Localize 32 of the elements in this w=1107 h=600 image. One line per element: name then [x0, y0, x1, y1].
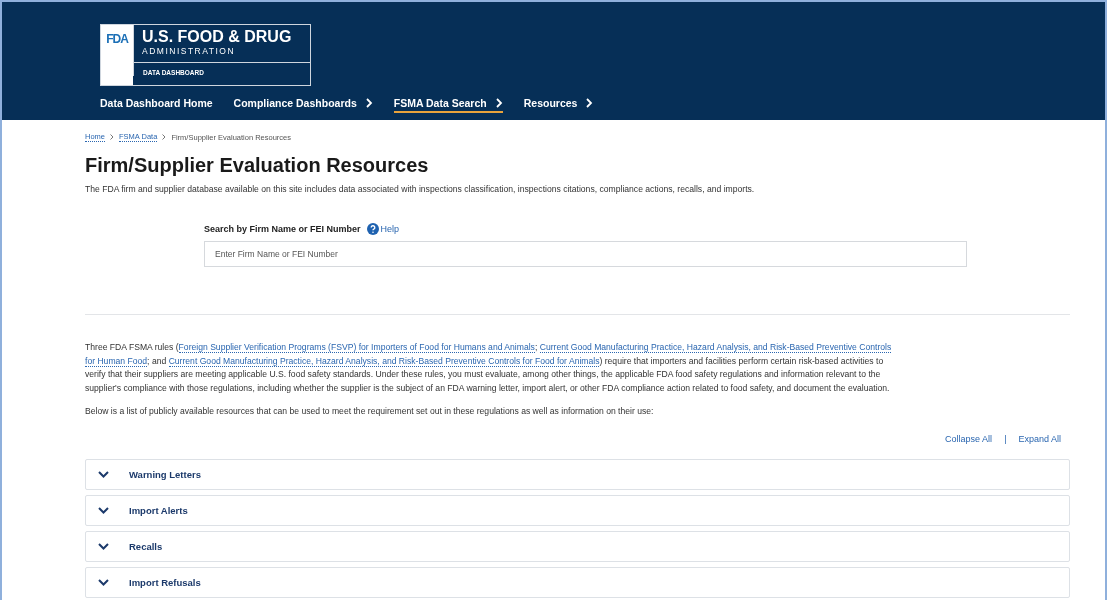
- chevron-right-icon: [365, 98, 373, 108]
- logo-subtitle: ADMINISTRATION: [142, 46, 237, 56]
- chevron-right-icon: [586, 98, 594, 108]
- intro-paragraph: Three FDA FSMA rules (Foreign Supplier Verification Programs (FSVP) for Importers of Food for Humans and Animals; Current Good Manufacturing Practice, Hazard Analysis, and Risk-Based Preventive Controls for Human Food; and Current Good Manufacturing Practice, Hazard Analysis, and Risk-Based Preventive Controls for Food for Animals) require that importers and facilities perform certain risk-based activities to verify that their suppliers are meeting applicable U.S. food safety standards. Under these rules, you must evaluate, among other things, the applicable FDA food safety regulations and information relevant to the supplier's compliance with those regulations, including whether the supplier is the subject of an FDA warning letter, import alert, or other FDA compliance action related to food safety, and document the evaluation.: [85, 341, 893, 395]
- nav-link[interactable]: Compliance Dashboards: [233, 97, 373, 113]
- regulation-link[interactable]: Current Good Manufacturing Practice, Hazard Analysis, and Risk-Based Preventive Controls: [539, 342, 892, 353]
- accordion-header[interactable]: Recalls: [85, 531, 1070, 562]
- separator-text: |: [1004, 434, 1007, 444]
- description-text: The FDA firm and supplier database available on this site includes data associated with inspections classification, inspections citations, compliance actions, recalls, and imports.: [85, 184, 756, 194]
- expand-all-link[interactable]: Expand All: [1018, 434, 1061, 444]
- logo-title: U.S. FOOD & DRUG: [142, 28, 293, 45]
- help-icon: [366, 223, 379, 235]
- accordion-header[interactable]: Import Alerts: [85, 495, 1070, 526]
- chevron-down-icon: [98, 471, 109, 478]
- chevron-down-icon: [98, 579, 109, 586]
- chevron-right-icon: [495, 98, 503, 108]
- nav-link[interactable]: Data Dashboard Home: [100, 97, 213, 113]
- search-label: Search by Firm Name or FEI Number: [204, 224, 361, 234]
- chevron-down-icon: [98, 507, 109, 514]
- chevron-right-icon: [162, 134, 167, 140]
- list-intro-text: Below is a list of publicly available resources that can be used to meet the requirement set out in these regulations as well as information on their use:: [85, 406, 655, 416]
- nav-link[interactable]: FSMA Data Search: [393, 97, 503, 113]
- search-field[interactable]: Enter Firm Name or FEI Number: [204, 241, 967, 267]
- accordion-header[interactable]: Import Refusals: [85, 567, 1070, 598]
- collapse-all-link[interactable]: Collapse All: [945, 434, 993, 444]
- help-link[interactable]: Help: [366, 223, 400, 235]
- chevron-right-icon: [110, 134, 114, 140]
- nav-link[interactable]: Resources: [523, 97, 594, 113]
- accordion-header[interactable]: Warning Letters: [85, 459, 1070, 490]
- chevron-down-icon: [98, 543, 109, 550]
- logo-mark: FDA: [101, 25, 133, 85]
- page-title: Firm/Supplier Evaluation Resources: [85, 154, 430, 177]
